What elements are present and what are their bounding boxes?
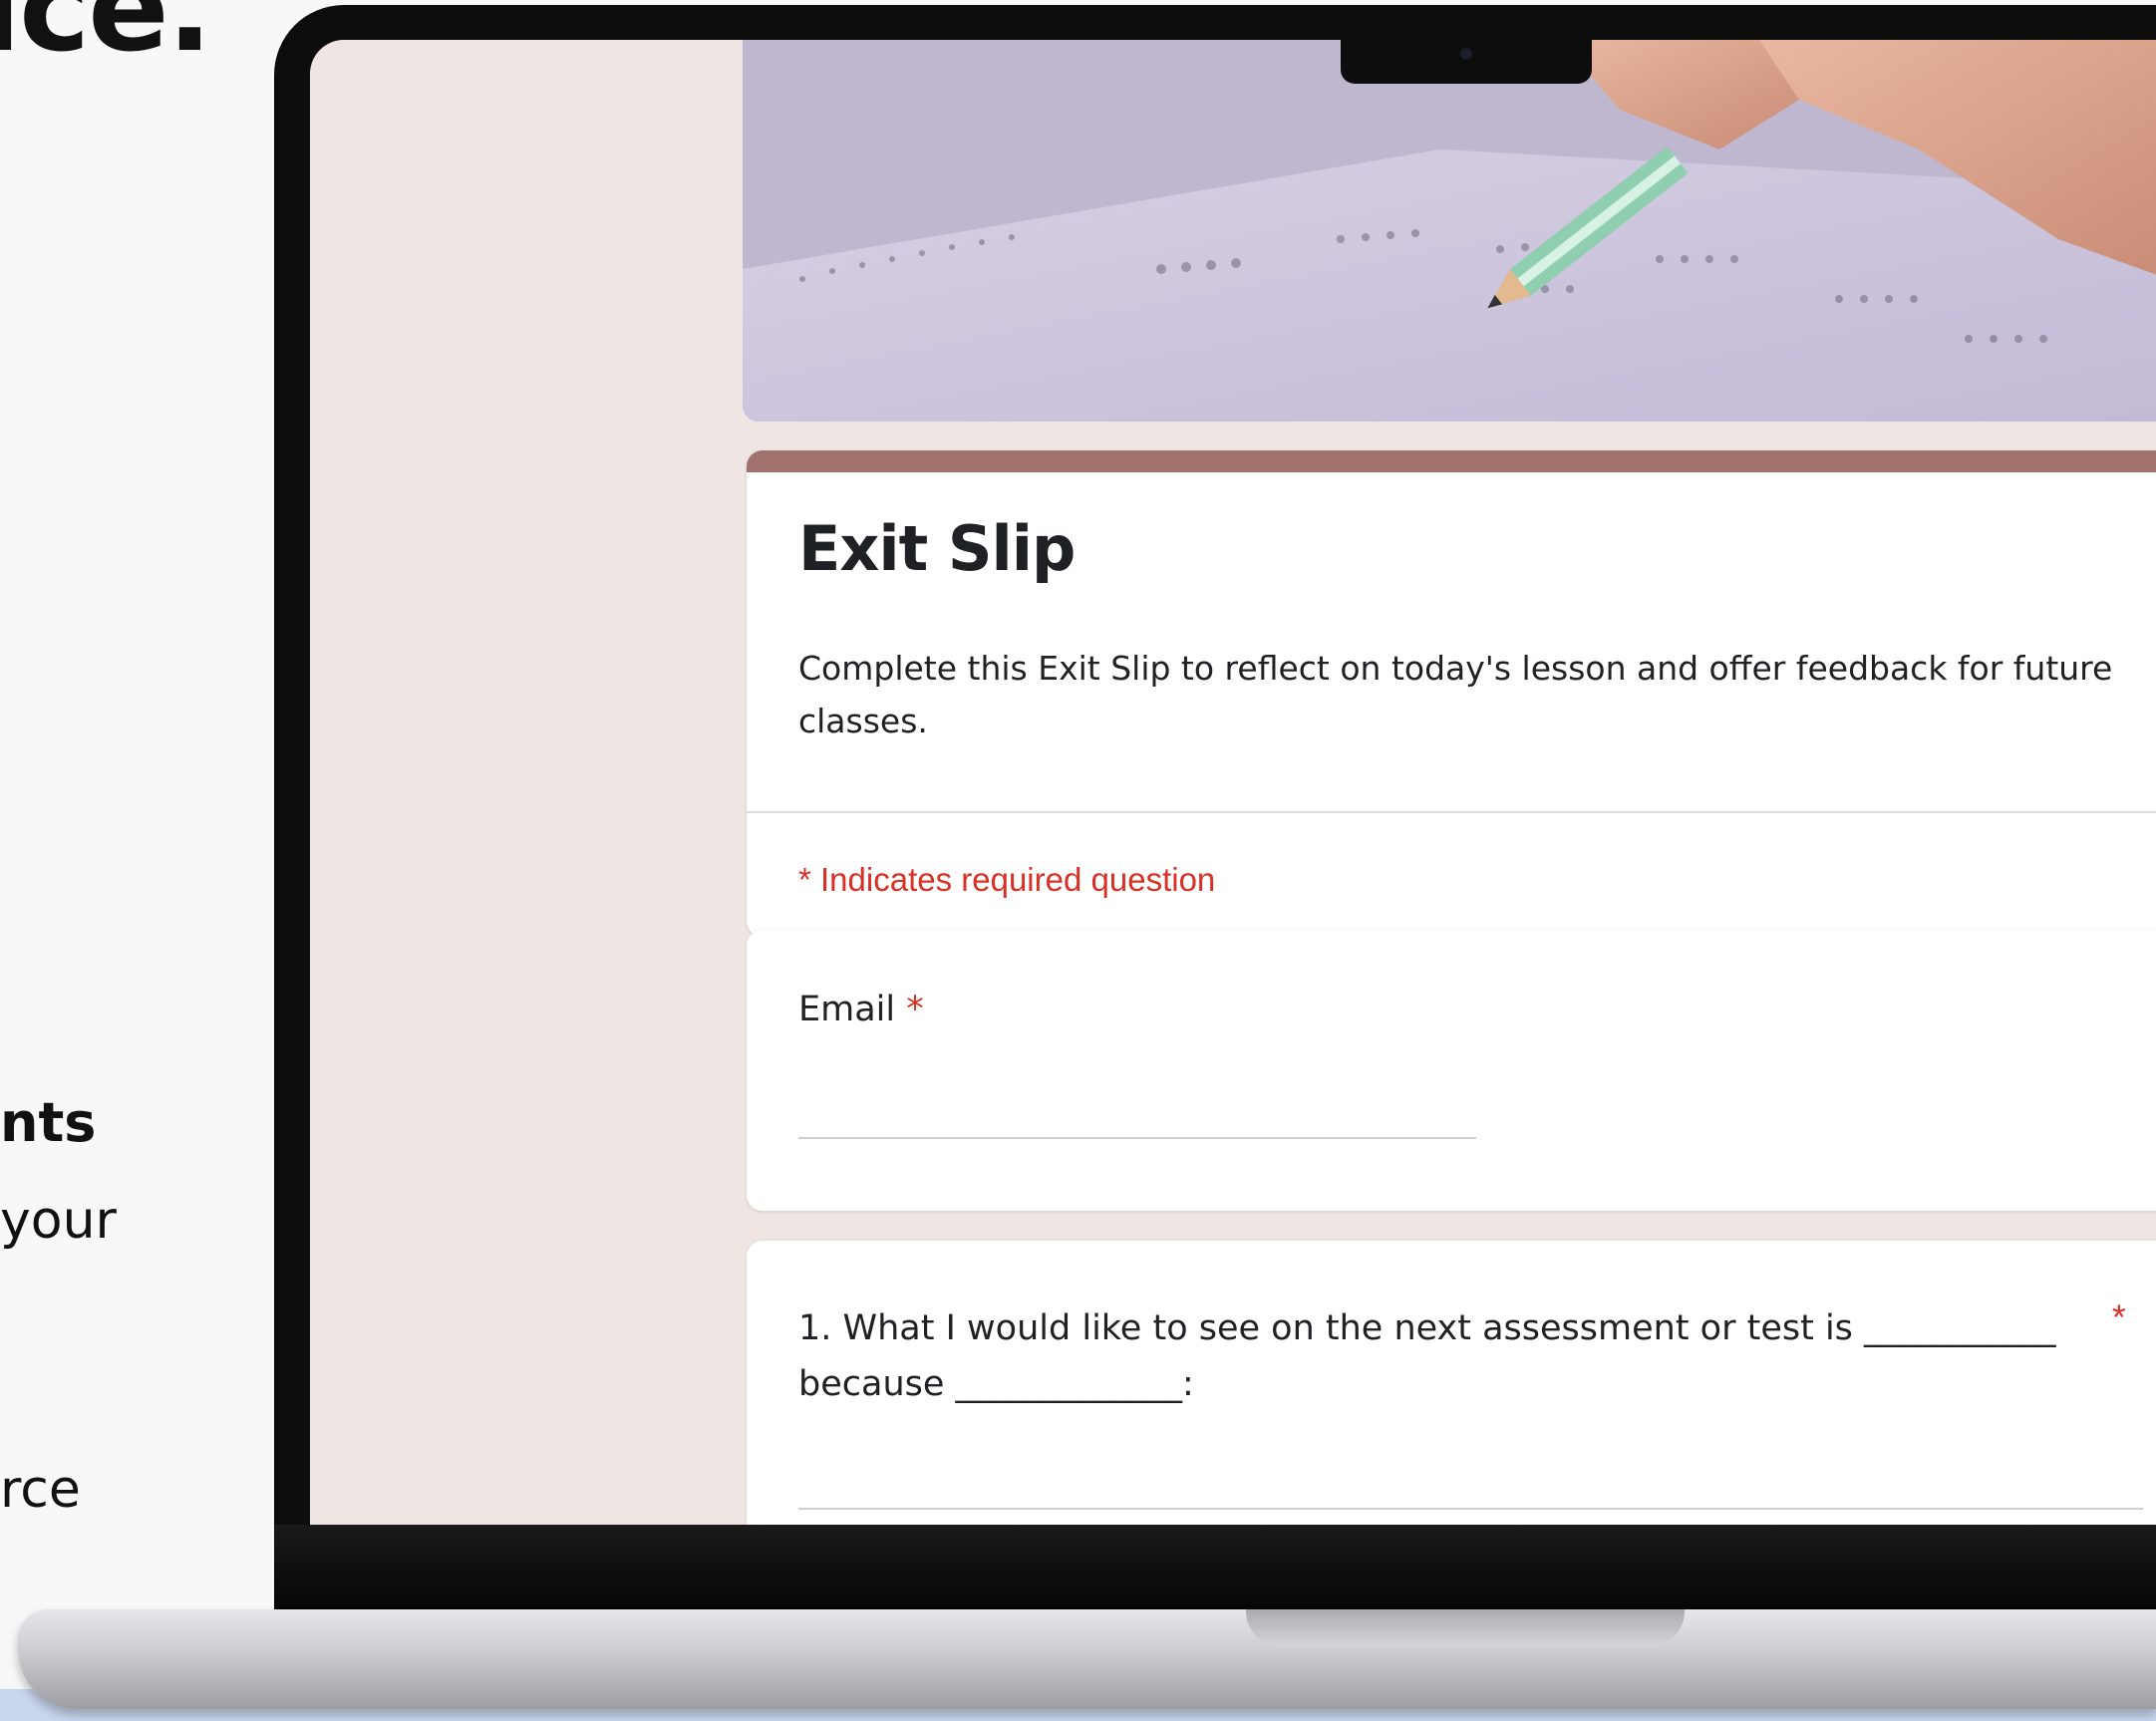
required-star: * [2112, 1298, 2126, 1337]
question-1-answer-field[interactable] [798, 1450, 2143, 1510]
email-label-text: Email [798, 990, 896, 1029]
form-title-card: Exit Slip Complete this Exit Slip to ref… [747, 450, 2156, 937]
slide-subheading: nts [0, 1091, 97, 1154]
slide-heading: ice. [0, 0, 212, 79]
camera-notch [1341, 30, 1592, 84]
slide-body-line: rce [0, 1460, 81, 1520]
laptop-screen: Exit Slip Complete this Exit Slip to ref… [310, 40, 2156, 1525]
required-note: * Indicates required question [798, 861, 1216, 898]
camera-icon [1460, 48, 1472, 60]
question-1-card: 1. What I would like to see on the next … [747, 1241, 2156, 1525]
form-title: Exit Slip [798, 512, 1076, 585]
header-image [743, 40, 2156, 422]
slide-body-line: your [0, 1191, 117, 1251]
laptop-chin [274, 1525, 2156, 1614]
required-star: * [906, 990, 924, 1029]
laptop-base [18, 1609, 2156, 1709]
divider [747, 811, 2156, 813]
email-field[interactable] [798, 1079, 1476, 1139]
question-1-label: 1. What I would like to see on the next … [798, 1308, 2056, 1404]
email-label: Email * [798, 990, 924, 1029]
answer-sheet-pencil-icon [743, 40, 2156, 422]
email-question-card: Email * [747, 930, 2156, 1211]
laptop-opening-lip [1246, 1609, 1685, 1647]
form-description: Complete this Exit Slip to reflect on to… [798, 649, 2113, 740]
